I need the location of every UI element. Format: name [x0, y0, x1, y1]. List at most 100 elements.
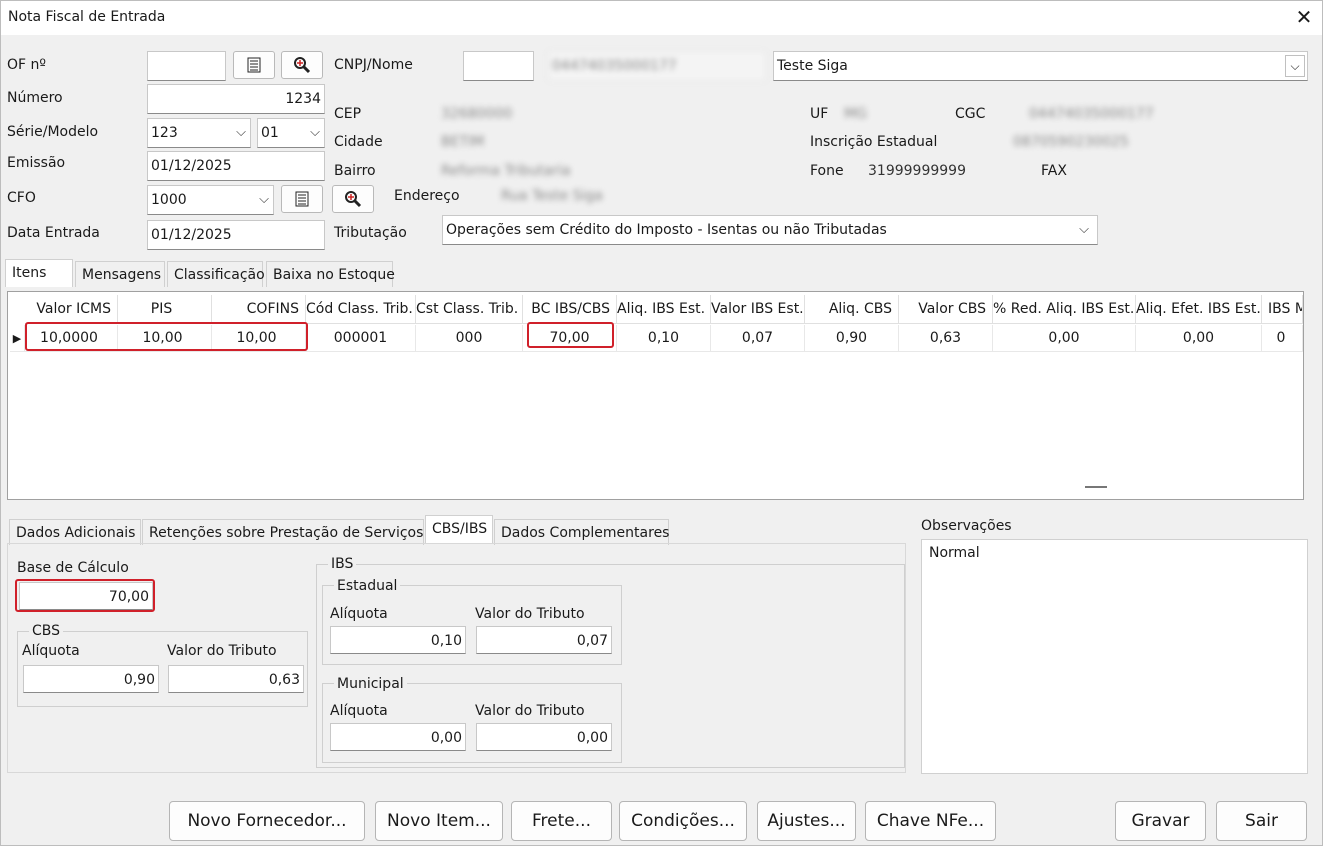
modelo-select[interactable]: 01 ⌵ [257, 118, 325, 148]
cnpj-label: CNPJ/Nome [334, 57, 413, 73]
tributacao-label: Tributação [334, 225, 407, 241]
chevron-down-icon: ⌵ [259, 192, 269, 207]
cidade-value: BETIM [441, 134, 485, 150]
tributacao-select[interactable]: Operações sem Crédito do Imposto - Isent… [442, 215, 1098, 245]
resize-handle[interactable] [1085, 486, 1107, 488]
of-input[interactable] [147, 51, 226, 81]
mun-valor-input[interactable]: 0,00 [476, 723, 612, 751]
of-label: OF nº [7, 57, 46, 73]
col-cod-class-trib[interactable]: Cód Class. Trib. [306, 295, 416, 324]
bairro-value: Reforma Tributaria [441, 163, 571, 179]
sair-button[interactable]: Sair [1216, 801, 1307, 841]
row-marker: ▶ [10, 325, 25, 352]
tab-dados-adicionais[interactable]: Dados Adicionais [9, 519, 141, 545]
table-cell[interactable]: 0,90 [805, 325, 899, 352]
table-cell[interactable]: 0 [1262, 325, 1303, 352]
mun-aliquota-label: Alíquota [330, 703, 388, 719]
entrada-label: Data Entrada [7, 225, 100, 241]
ajustes-button[interactable]: Ajustes... [757, 801, 856, 841]
col-aliq-ibs-est[interactable]: Aliq. IBS Est. [617, 295, 711, 324]
cbs-valor-input[interactable]: 0,63 [168, 665, 304, 693]
bairro-label: Bairro [334, 163, 376, 179]
col-valor-ibs-est[interactable]: Valor IBS Est. [711, 295, 805, 324]
cbs-aliquota-input[interactable]: 0,90 [23, 665, 159, 693]
municipal-group-title: Municipal [334, 676, 407, 692]
of-list-button[interactable] [233, 51, 275, 79]
tab-mensagens[interactable]: Mensagens [75, 261, 165, 287]
col-aliq-efet-ibs-est[interactable]: Aliq. Efet. IBS Est. [1136, 295, 1262, 324]
table-cell[interactable]: 10,0000 [25, 325, 118, 352]
table-cell[interactable]: 70,00 [523, 325, 617, 352]
col-aliq-cbs[interactable]: Aliq. CBS [805, 295, 899, 324]
tab-cbs-ibs[interactable]: CBS/IBS [425, 515, 493, 543]
col-ibs-m[interactable]: IBS M [1262, 295, 1303, 324]
col-red-aliq-ibs-est[interactable]: % Red. Aliq. IBS Est. [993, 295, 1136, 324]
tab-classificacao[interactable]: Classificação [167, 261, 265, 287]
close-icon[interactable]: ✕ [1293, 5, 1315, 29]
cfo-list-button[interactable] [281, 185, 323, 213]
cnpj-code-input[interactable] [463, 51, 534, 81]
est-aliquota-label: Alíquota [330, 606, 388, 622]
table-cell[interactable]: 0,00 [1136, 325, 1262, 352]
serie-label: Série/Modelo [7, 124, 99, 140]
chevron-down-icon: ⌵ [310, 125, 320, 140]
cbs-valor-label: Valor do Tributo [167, 643, 277, 659]
cep-label: CEP [334, 106, 362, 122]
col-valor-cbs[interactable]: Valor CBS [899, 295, 993, 324]
nome-value: Teste Siga [777, 58, 848, 74]
col-valor-icms[interactable]: Valor ICMS [25, 295, 118, 324]
chevron-down-icon[interactable]: ⌵ [1285, 55, 1305, 77]
cfo-search-button[interactable] [332, 185, 374, 213]
estadual-group-title: Estadual [334, 578, 401, 594]
ie-label: Inscrição Estadual [810, 134, 938, 150]
fone-value: 31999999999 [868, 163, 966, 179]
cidade-label: Cidade [334, 134, 383, 150]
col-cofins[interactable]: COFINS [212, 295, 306, 324]
tab-dados-complementares[interactable]: Dados Complementares [494, 519, 669, 545]
title-bar: Nota Fiscal de Entrada ✕ [1, 1, 1322, 35]
table-cell[interactable]: 0,63 [899, 325, 993, 352]
novo-fornecedor-button[interactable]: Novo Fornecedor... [169, 801, 365, 841]
cfo-select[interactable]: 1000 ⌵ [147, 185, 274, 215]
uf-value: MG [844, 106, 867, 122]
col-bc-ibs-cbs[interactable]: BC IBS/CBS [523, 295, 617, 324]
table-cell[interactable]: 0,07 [711, 325, 805, 352]
observacoes-textarea[interactable]: Normal [921, 539, 1308, 774]
serie-select[interactable]: 123 ⌵ [147, 118, 251, 148]
col-cst-class-trib[interactable]: Cst Class. Trib. [416, 295, 523, 324]
ibs-group-title: IBS [328, 556, 357, 572]
table-cell[interactable]: 0,00 [993, 325, 1136, 352]
est-valor-input[interactable]: 0,07 [476, 626, 612, 654]
tab-itens[interactable]: Itens [5, 259, 73, 287]
base-calculo-input[interactable]: 70,00 [19, 582, 153, 610]
tab-baixa-estoque[interactable]: Baixa no Estoque [266, 261, 395, 287]
of-search-button[interactable] [281, 51, 323, 79]
table-cell[interactable]: 10,00 [212, 325, 306, 352]
table-cell[interactable]: 000001 [306, 325, 416, 352]
est-aliquota-input[interactable]: 0,10 [330, 626, 466, 654]
frete-button[interactable]: Frete... [511, 801, 612, 841]
cnpj-input[interactable]: 04474035000177 [548, 51, 766, 81]
condicoes-button[interactable]: Condições... [619, 801, 747, 841]
table-cell[interactable]: 10,00 [118, 325, 212, 352]
tab-retencoes[interactable]: Retenções sobre Prestação de Serviços [142, 519, 424, 545]
nome-select[interactable]: Teste Siga ⌵ [773, 51, 1308, 81]
col-pis[interactable]: PIS [118, 295, 212, 324]
endereco-label: Endereço [394, 188, 460, 204]
gravar-button[interactable]: Gravar [1115, 801, 1206, 841]
fax-label: FAX [1041, 163, 1067, 179]
list-icon [295, 191, 309, 207]
entrada-input[interactable]: 01/12/2025 [147, 220, 325, 250]
items-grid[interactable]: Valor ICMS PIS COFINS Cód Class. Trib. C… [7, 291, 1304, 500]
numero-input[interactable]: 1234 [147, 84, 325, 114]
emissao-input[interactable]: 01/12/2025 [147, 151, 325, 181]
novo-item-button[interactable]: Novo Item... [375, 801, 503, 841]
mun-aliquota-input[interactable]: 0,00 [330, 723, 466, 751]
chave-nfe-button[interactable]: Chave NFe... [865, 801, 996, 841]
table-cell[interactable]: 0,10 [617, 325, 711, 352]
fone-label: Fone [810, 163, 844, 179]
uf-label: UF [810, 106, 829, 122]
tributacao-value: Operações sem Crédito do Imposto - Isent… [446, 222, 887, 238]
list-icon [247, 57, 261, 73]
table-cell[interactable]: 000 [416, 325, 523, 352]
